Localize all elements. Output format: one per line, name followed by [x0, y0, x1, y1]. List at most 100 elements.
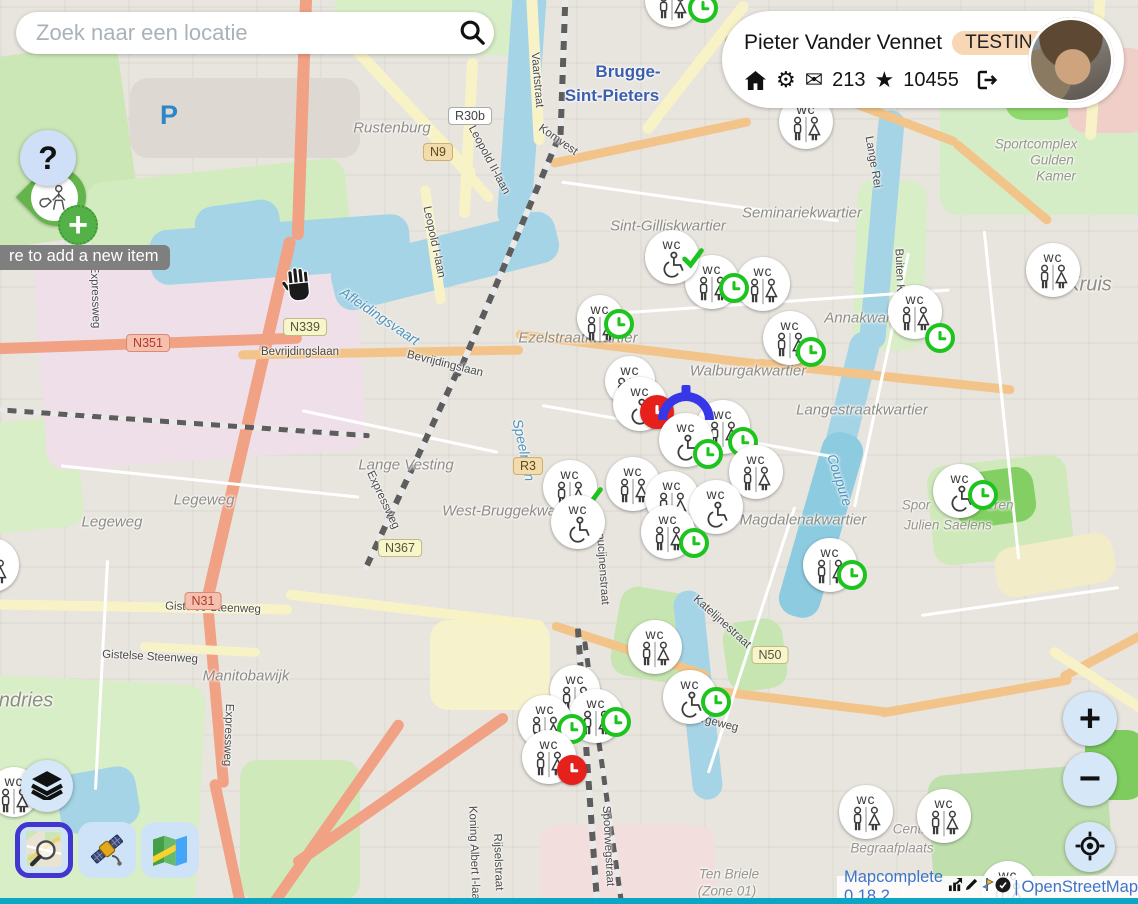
opening-hours-badge[interactable] — [701, 687, 731, 717]
map-label: Legeweg — [174, 492, 235, 509]
edit-pencil-icon[interactable] — [964, 877, 979, 897]
wheelchair-icon — [562, 516, 594, 550]
wc-marker[interactable]: wc — [522, 730, 576, 784]
road-badge: N367 — [378, 539, 422, 557]
map-label: Expressweg — [88, 265, 102, 328]
wc-marker[interactable]: wc — [689, 480, 743, 534]
wc-marker-label: wc — [535, 702, 554, 716]
wc-marker[interactable]: wc — [577, 295, 623, 341]
avatar[interactable] — [1028, 17, 1114, 103]
male-female-icon — [0, 559, 10, 592]
question-mark-icon: ? — [38, 140, 58, 177]
wc-marker-label: wc — [560, 467, 579, 481]
map-label: Bevrijdingslaan — [261, 346, 339, 358]
wc-marker[interactable]: wc — [645, 0, 699, 27]
map-canvas[interactable]: Brugge-Sint-PietersRustenburgSint-Gillis… — [0, 0, 1138, 904]
logout-icon[interactable] — [974, 68, 998, 92]
map-label: Rijselstraat — [491, 833, 505, 890]
statistics-icon[interactable] — [948, 877, 963, 897]
verified-check-badge[interactable] — [678, 244, 708, 274]
wc-marker[interactable]: wc — [839, 785, 893, 839]
opening-hours-badge[interactable] — [601, 707, 631, 737]
map-label: Walburgakwartier — [690, 363, 806, 380]
add-item-tooltip: re to add a new item — [0, 245, 170, 270]
wc-marker[interactable]: wc — [551, 495, 605, 549]
road-badge: N351 — [126, 334, 170, 352]
search-icon — [458, 18, 486, 49]
help-button[interactable]: ? — [20, 130, 76, 186]
wc-marker[interactable]: wc — [803, 538, 857, 592]
background-satellite-button[interactable] — [78, 822, 136, 878]
search-bar — [16, 12, 494, 54]
road-badge: N339 — [283, 318, 327, 336]
geolocate-button[interactable] — [1065, 822, 1115, 872]
osm-map-icon — [25, 830, 63, 871]
map-label: Kamer — [1036, 169, 1076, 184]
wc-marker[interactable]: wc — [0, 538, 19, 592]
opening-hours-badge[interactable] — [679, 528, 709, 558]
attribution-divider: | — [1014, 878, 1018, 897]
wc-marker-label: wc — [645, 627, 664, 641]
background-style-switcher — [15, 822, 199, 878]
wc-marker-label: wc — [623, 464, 642, 478]
wc-marker[interactable]: wc — [763, 311, 817, 365]
wc-marker[interactable]: wc — [1026, 243, 1080, 297]
map-label: Spor — [902, 498, 931, 513]
folded-map-icon — [151, 832, 189, 869]
wc-marker-label: wc — [568, 502, 587, 516]
community-icon[interactable] — [995, 877, 1011, 898]
wc-marker-label: wc — [753, 264, 772, 278]
wc-marker[interactable]: wc — [659, 413, 713, 467]
opening-hours-badge[interactable] — [796, 337, 826, 367]
zoom-in-button[interactable]: + — [1063, 692, 1117, 746]
opening-hours-badge[interactable] — [688, 0, 718, 23]
highlight-dome-marker[interactable] — [658, 392, 714, 420]
opening-hours-badge[interactable] — [557, 755, 587, 785]
opening-hours-badge[interactable] — [925, 323, 955, 353]
map-label: Rustenburg — [353, 120, 431, 137]
mail-icon[interactable]: ✉ — [805, 69, 823, 91]
wc-marker[interactable]: wc — [641, 505, 695, 559]
wc-marker-label: wc — [630, 384, 649, 398]
background-osm-button[interactable] — [15, 822, 73, 878]
search-button[interactable] — [450, 12, 494, 54]
add-new-item-button[interactable]: + — [58, 205, 98, 245]
road-badge: R30b — [448, 107, 492, 125]
gear-icon[interactable]: ⚙ — [776, 69, 796, 91]
wc-marker[interactable]: wc — [663, 670, 717, 724]
opening-hours-badge[interactable] — [693, 439, 723, 469]
male-female-icon — [745, 278, 781, 311]
male-female-icon — [654, 0, 690, 27]
wc-marker[interactable]: wc — [628, 620, 682, 674]
wc-marker[interactable]: wc — [917, 789, 971, 843]
home-icon[interactable] — [744, 70, 767, 91]
wc-marker-label: wc — [706, 487, 725, 501]
map-label: Manitobawijk — [203, 668, 290, 685]
map-label: ndries — [0, 690, 53, 713]
wc-marker-label: wc — [662, 237, 681, 251]
wc-marker-label: wc — [934, 796, 953, 810]
map-label: Sportcomplex — [995, 137, 1078, 152]
search-input[interactable] — [34, 19, 450, 47]
mascot-icon[interactable] — [980, 877, 994, 897]
osm-link[interactable]: OpenStreetMap — [1022, 878, 1138, 897]
wc-marker-label: wc — [658, 512, 677, 526]
opening-hours-badge[interactable] — [968, 480, 998, 510]
message-count[interactable]: 213 — [832, 69, 865, 92]
wc-marker[interactable]: wc — [888, 285, 942, 339]
layers-button[interactable] — [21, 760, 73, 812]
attribution-bar: Mapcomplete 0.18.2 | OpenStreetMap — [837, 876, 1138, 898]
background-map-button[interactable] — [141, 822, 199, 878]
wheelchair-icon — [700, 501, 732, 535]
wc-marker[interactable]: wc — [933, 464, 987, 518]
opening-hours-badge[interactable] — [837, 560, 867, 590]
zoom-out-button[interactable]: − — [1063, 752, 1117, 806]
wc-marker-label: wc — [676, 420, 695, 434]
opening-hours-badge[interactable] — [604, 309, 634, 339]
wc-marker[interactable]: wc — [645, 230, 699, 284]
wc-marker-label: wc — [680, 677, 699, 691]
mapcomplete-app: Brugge-Sint-PietersRustenburgSint-Gillis… — [0, 0, 1138, 904]
opening-hours-badge[interactable] — [719, 273, 749, 303]
wc-marker-label: wc — [820, 545, 839, 559]
map-label: (Zone 01) — [698, 884, 757, 899]
